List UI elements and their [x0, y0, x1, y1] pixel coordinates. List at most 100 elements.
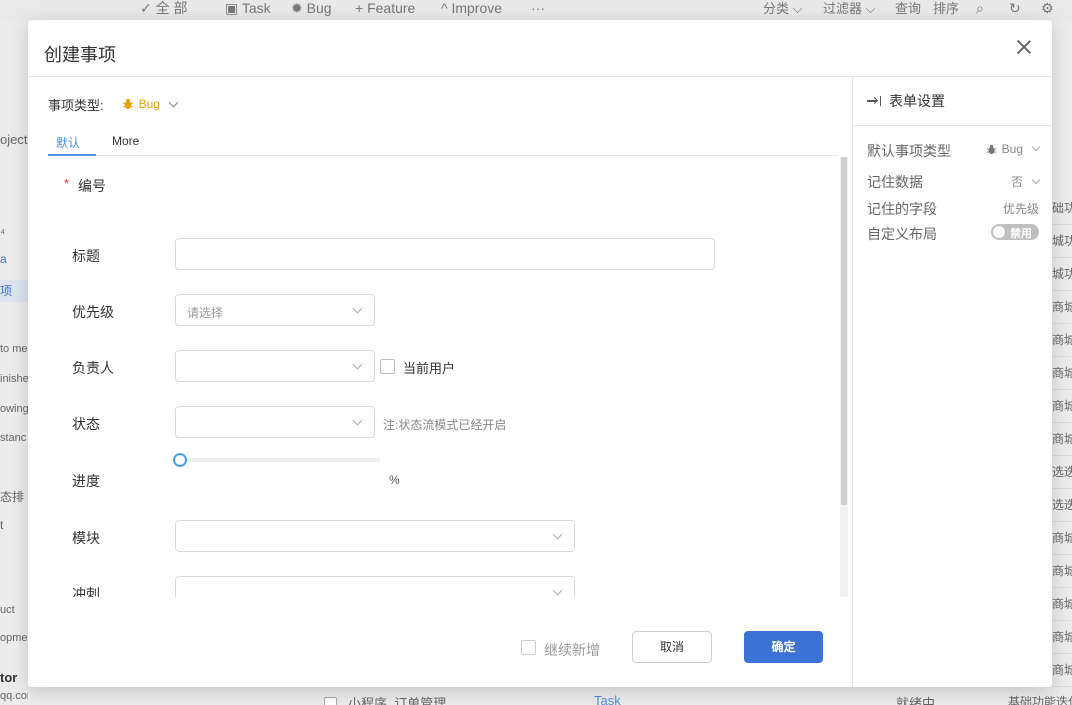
user-name: tor	[0, 670, 18, 685]
assignee-select[interactable]	[175, 350, 375, 382]
collapse-right-icon	[867, 95, 881, 107]
priority-select[interactable]: 请选择	[175, 294, 375, 326]
field-label-priority: 优先级	[72, 304, 114, 320]
form-fields: * 编号 标题 优先级 请选择 负责人 当前用户 状态 注:状态流模式已经开启	[28, 157, 840, 597]
more-icon[interactable]: ···	[531, 0, 545, 17]
form-settings-header[interactable]: 表单设置	[853, 77, 1052, 126]
chevron-down-icon	[168, 97, 179, 107]
plus-icon: +	[355, 0, 364, 16]
progress-slider[interactable]	[173, 453, 380, 467]
gear-icon[interactable]: ⚙	[1041, 0, 1054, 17]
list-item: 础功能	[1052, 192, 1072, 225]
modal-footer: 继续新增 取消 确定	[28, 617, 852, 687]
list-item: 商城项	[1052, 654, 1072, 687]
field-label-sprint: 冲刺	[72, 586, 100, 597]
item-type-label: 事项类型:	[48, 97, 104, 113]
setting-label: 记住数据	[867, 174, 923, 190]
item-type-select[interactable]: Bug	[122, 97, 179, 111]
form-scrollbar-thumb[interactable]	[841, 157, 847, 505]
chevron-down-icon	[1031, 142, 1041, 152]
form-pane: 事项类型: Bug 默认 More * 编号 标题 优先级 请选择 负责人 当前…	[28, 77, 852, 687]
setting-default-type: 默认事项类型 Bug	[867, 140, 1041, 160]
modal-header: 创建事项	[28, 20, 1052, 77]
bug-icon	[122, 98, 133, 109]
tab-more[interactable]: More	[112, 134, 139, 156]
form-tabs: 默认 More	[48, 128, 838, 156]
default-type-value: Bug	[1001, 142, 1023, 156]
chevron-down-icon	[552, 585, 563, 596]
sidebar-item[interactable]: owing	[0, 403, 28, 415]
sidebar-item[interactable]: inishe	[0, 373, 28, 385]
title-input[interactable]	[175, 238, 715, 270]
field-label-assignee: 负责人	[72, 360, 114, 376]
sidebar-item[interactable]: t	[0, 518, 28, 532]
progress-unit: %	[389, 473, 400, 487]
chevron-down-icon	[352, 303, 363, 314]
current-user-checkbox[interactable]	[380, 359, 395, 374]
toolbar-item-all[interactable]: ✓ 全 部	[140, 0, 188, 17]
continue-add-checkbox[interactable]	[521, 640, 536, 655]
toolbar-item-improve[interactable]: ^ Improve	[441, 0, 502, 17]
list-item: 选迭代	[1052, 456, 1072, 489]
background-table-row: 小程序_订单管理 Task 就绪中 基础功能迭代	[28, 687, 1072, 705]
priority-placeholder: 请选择	[187, 306, 224, 320]
sidebar-item[interactable]: stanc	[0, 432, 28, 444]
chevron-down-icon	[352, 359, 363, 370]
item-type-value: Bug	[138, 97, 160, 111]
sidebar-item[interactable]: 态排	[0, 488, 28, 505]
field-label-number: 编号	[78, 178, 106, 194]
default-type-select[interactable]: Bug	[986, 142, 1041, 156]
search-icon[interactable]: ⌕	[976, 0, 984, 17]
background-toolbar: ✓ 全 部 ▣ Task ✹ Bug + Feature ^ Improve ·…	[0, 0, 1072, 20]
sidebar-item[interactable]: a	[0, 252, 28, 266]
sidebar-item[interactable]: ⁴	[0, 226, 28, 240]
user-email: qq.com	[0, 690, 28, 702]
sidebar-item-active[interactable]: 项	[0, 280, 28, 302]
background-list-column: 础功能 城功能 城功能 商城项 商城项 商城项 商城项 商城项 选迭代 选迭代 …	[1052, 20, 1072, 705]
toolbar-filter[interactable]: 过滤器 ⌵	[823, 0, 875, 17]
chevron-down-icon	[1031, 175, 1041, 184]
toolbar-filter-category[interactable]: 分类 ⌵	[763, 0, 802, 17]
bug-icon: ✹	[291, 0, 303, 16]
close-icon[interactable]	[1016, 39, 1032, 55]
confirm-button[interactable]: 确定	[744, 631, 823, 663]
list-item: 商城项	[1052, 390, 1072, 423]
chevron-down-icon	[552, 529, 563, 540]
remember-data-select[interactable]: 否	[1010, 173, 1041, 190]
item-type-row: 事项类型: Bug	[48, 94, 179, 114]
status-note: 注:状态流模式已经开启	[383, 418, 507, 432]
sprint-select[interactable]	[175, 576, 575, 597]
custom-layout-toggle[interactable]: 禁用	[991, 224, 1039, 240]
setting-label: 记住的字段	[867, 201, 937, 217]
caret-up-icon: ^	[441, 0, 448, 16]
required-marker: *	[64, 176, 70, 191]
row-status: 就绪中	[896, 696, 936, 705]
sidebar-item[interactable]: opme	[0, 632, 28, 644]
progress-slider-handle[interactable]	[173, 453, 187, 467]
toolbar-query[interactable]: 查询	[895, 0, 921, 17]
toggle-knob	[993, 226, 1005, 238]
toolbar-sort[interactable]: 排序	[933, 0, 959, 17]
toolbar-item-bug[interactable]: ✹ Bug	[291, 0, 332, 17]
row-title[interactable]: 小程序_订单管理	[348, 693, 446, 705]
list-item: 商城项	[1052, 621, 1072, 654]
toolbar-item-feature[interactable]: + Feature	[355, 0, 415, 17]
form-settings-title: 表单设置	[889, 93, 945, 109]
refresh-icon[interactable]: ↻	[1009, 0, 1021, 17]
toolbar-item-task[interactable]: ▣ Task	[225, 0, 271, 17]
remember-data-value: 否	[1010, 175, 1023, 189]
sidebar-item[interactable]: to me	[0, 343, 28, 355]
row-checkbox[interactable]	[324, 697, 337, 705]
tab-default[interactable]: 默认	[48, 134, 96, 156]
setting-label: 自定义布局	[867, 226, 937, 242]
cancel-button[interactable]: 取消	[632, 631, 712, 663]
sidebar-item[interactable]: oject	[0, 132, 28, 147]
setting-remembered-fields: 记住的字段 优先级	[867, 198, 1039, 218]
sidebar-item[interactable]: uct	[0, 604, 28, 616]
remembered-fields-value[interactable]: 优先级	[1003, 200, 1039, 217]
module-select[interactable]	[175, 520, 575, 552]
form-scrollbar[interactable]	[840, 157, 848, 597]
form-settings-pane: 表单设置 默认事项类型 Bug 记住数据 否 记住的字段 优先级 自定义布局 禁…	[852, 77, 1052, 687]
field-label-module: 模块	[72, 530, 100, 546]
status-select[interactable]	[175, 406, 375, 438]
